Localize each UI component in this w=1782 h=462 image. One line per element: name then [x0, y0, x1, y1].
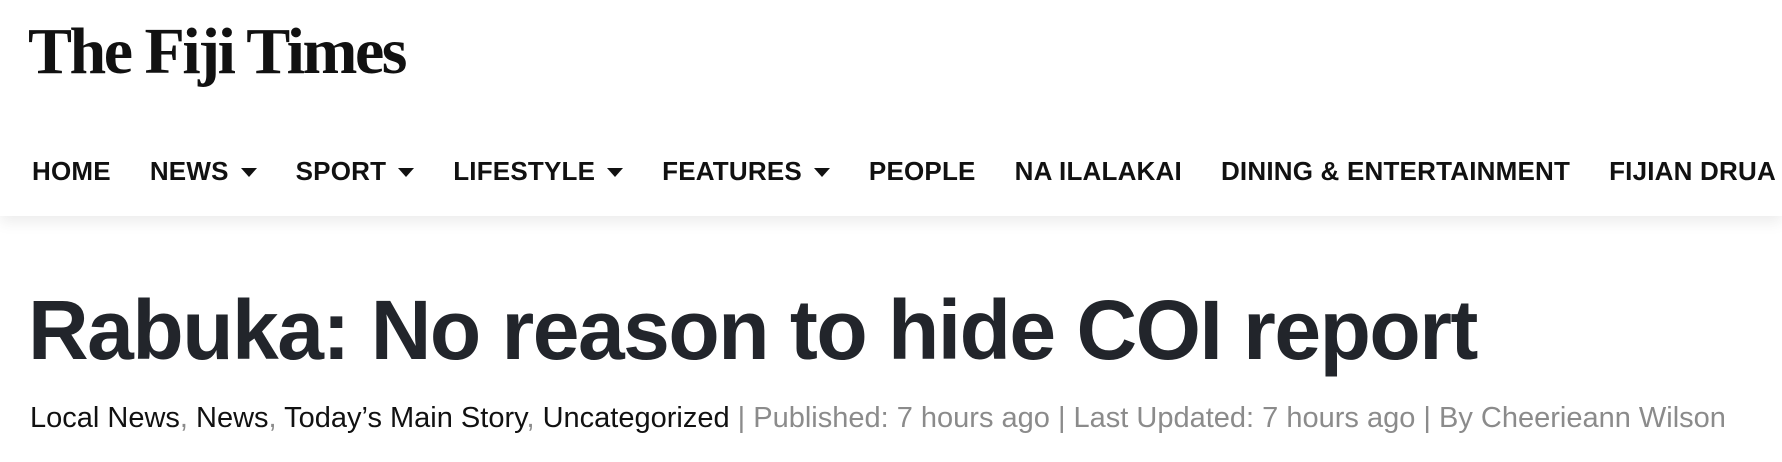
main-nav: HOME NEWS SPORT LIFESTYLE FEATURES PEOPL…	[0, 146, 1782, 196]
nav-item-news[interactable]: NEWS	[150, 146, 257, 196]
caret-down-icon	[607, 167, 624, 177]
nav-item-label: PEOPLE	[868, 156, 976, 186]
nav-item-people[interactable]: PEOPLE	[869, 146, 976, 196]
published-time: Published: 7 hours ago	[753, 402, 1050, 434]
category-separator: ,	[526, 402, 543, 434]
meta-separator: |	[1049, 402, 1074, 434]
category-link-news[interactable]: News	[196, 402, 269, 434]
author-byline: By Cheerieann Wilson	[1439, 402, 1726, 434]
nav-item-label: LIFESTYLE	[453, 156, 596, 186]
caret-down-icon	[813, 167, 830, 177]
nav-item-label: NA ILALAKAI	[1014, 156, 1182, 186]
category-separator: ,	[268, 402, 285, 434]
category-link-local-news[interactable]: Local News	[30, 402, 180, 434]
nav-item-label: FEATURES	[662, 156, 802, 186]
caret-down-icon	[240, 167, 257, 177]
category-separator: ,	[179, 402, 197, 434]
nav-item-dining-entertainment[interactable]: DINING & ENTERTAINMENT	[1221, 146, 1570, 196]
nav-item-label: NEWS	[149, 156, 229, 186]
nav-item-label: FIJIAN DRUA	[1609, 156, 1776, 186]
nav-item-home[interactable]: HOME	[32, 146, 111, 196]
category-link-uncategorized[interactable]: Uncategorized	[543, 402, 730, 434]
nav-item-features[interactable]: FEATURES	[662, 146, 830, 196]
nav-item-fijian-drua[interactable]: FIJIAN DRUA	[1609, 146, 1776, 196]
nav-item-na-ilalakai[interactable]: NA ILALAKAI	[1015, 146, 1182, 196]
nav-item-lifestyle[interactable]: LIFESTYLE	[453, 146, 624, 196]
site-logo[interactable]: The Fiji Times	[28, 4, 407, 100]
meta-separator: |	[729, 402, 754, 434]
category-link-todays-main-story[interactable]: Today’s Main Story	[284, 402, 526, 434]
site-header: The Fiji Times HOME NEWS SPORT LIFESTYLE…	[0, 0, 1782, 216]
nav-item-label: DINING & ENTERTAINMENT	[1220, 156, 1571, 186]
meta-separator: |	[1415, 402, 1440, 434]
last-updated-time: Last Updated: 7 hours ago	[1073, 402, 1416, 434]
article-meta: Local News, News, Today’s Main Story, Un…	[30, 396, 1780, 440]
nav-item-sport[interactable]: SPORT	[296, 146, 415, 196]
caret-down-icon	[398, 167, 415, 177]
article-title: Rabuka: No reason to hide COI report	[28, 283, 1478, 377]
nav-item-label: SPORT	[295, 156, 387, 186]
nav-item-label: HOME	[32, 156, 111, 186]
